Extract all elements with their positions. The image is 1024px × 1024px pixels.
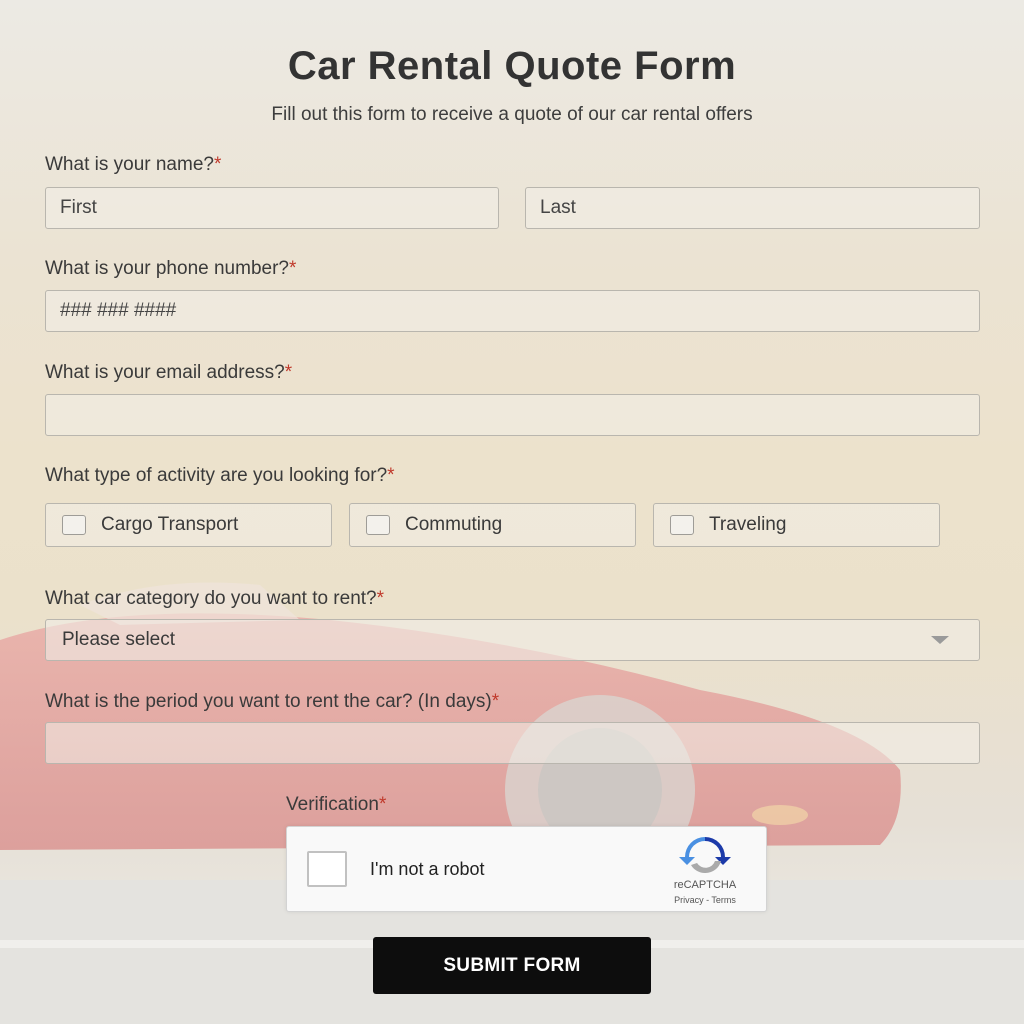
first-name-input[interactable] (45, 187, 499, 229)
option-label: Commuting (405, 514, 503, 535)
option-label: Cargo Transport (101, 514, 239, 535)
name-label: What is your name?* (45, 154, 222, 175)
form-title: Car Rental Quote Form (287, 44, 737, 88)
recaptcha-privacy-terms-link[interactable]: Privacy - Terms (655, 895, 755, 905)
recaptcha-widget: I'm not a robot reCAPTCHA Privacy - Term… (286, 826, 767, 912)
category-label: What car category do you want to rent?* (45, 588, 385, 609)
required-mark: * (213, 154, 222, 175)
email-label: What is your email address?* (45, 362, 293, 383)
phone-input[interactable] (45, 290, 980, 332)
required-mark: * (284, 362, 293, 383)
select-value: Please select (62, 629, 176, 650)
recaptcha-logo-icon (679, 837, 731, 874)
recaptcha-checkbox[interactable] (307, 851, 347, 887)
car-category-select[interactable]: Please select (45, 619, 980, 661)
submit-button[interactable]: SUBMIT FORM (373, 937, 651, 994)
required-mark: * (288, 258, 297, 279)
period-label: What is the period you want to rent the … (45, 691, 500, 712)
checkbox[interactable] (670, 515, 694, 535)
phone-label: What is your phone number?* (45, 258, 297, 279)
checkbox[interactable] (62, 515, 86, 535)
chevron-down-icon (931, 636, 949, 644)
required-mark: * (387, 465, 395, 486)
last-name-input[interactable] (525, 187, 980, 229)
form-subtitle: Fill out this form to receive a quote of… (271, 104, 753, 125)
required-mark: * (491, 691, 500, 712)
activity-option-cargo-transport[interactable]: Cargo Transport (45, 503, 332, 547)
recaptcha-text: I'm not a robot (370, 859, 485, 879)
verification-label: Verification* (286, 794, 387, 815)
rental-period-input[interactable] (45, 722, 980, 764)
email-input[interactable] (45, 394, 980, 436)
quote-form: Car Rental Quote Form Fill out this form… (0, 0, 1024, 1024)
option-label: Traveling (709, 514, 787, 535)
recaptcha-brand: reCAPTCHA (673, 879, 737, 891)
activity-option-traveling[interactable]: Traveling (653, 503, 940, 547)
activity-label: What type of activity are you looking fo… (45, 465, 395, 486)
checkbox[interactable] (366, 515, 390, 535)
activity-option-commuting[interactable]: Commuting (349, 503, 636, 547)
required-mark: * (376, 588, 385, 609)
required-mark: * (378, 794, 387, 815)
